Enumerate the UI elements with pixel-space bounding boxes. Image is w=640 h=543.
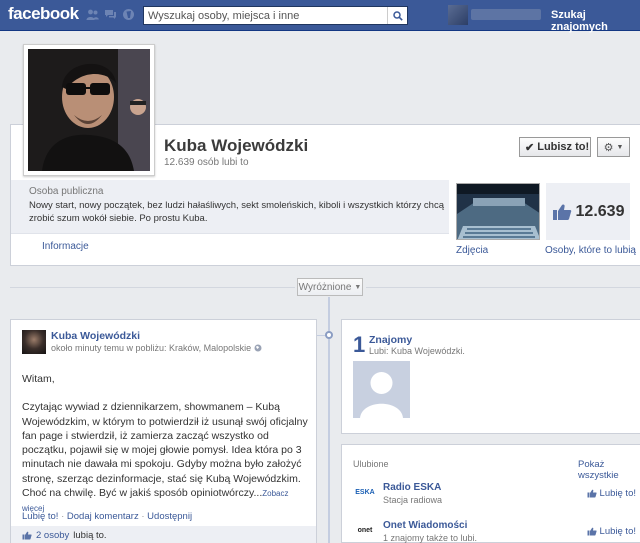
friend-requests-icon[interactable] [86,8,99,21]
gear-icon: ⚙ [603,141,614,154]
post-likes-bar: 2 osoby lubią to. [11,526,316,543]
onet-logo[interactable]: onet [353,523,377,538]
page-category: Osoba publiczna [29,186,104,197]
favorite-like-label: Lubię to! [599,488,636,499]
user-avatar[interactable] [448,5,468,25]
divider-right [366,287,640,288]
globe-icon [254,344,262,352]
top-bar: facebook Szukaj znajomych [0,0,640,33]
like-post-link[interactable]: Lubię to! [22,511,58,522]
share-link[interactable]: Udostępnij [147,511,192,522]
favorite-item: ESKA Radio ESKA Stacja radiowa Lubię to! [353,482,640,506]
notifications-icon[interactable] [122,8,135,21]
post-likes-link[interactable]: 2 osoby [36,530,69,541]
favorite-like-button[interactable]: Lubię to! [587,488,636,499]
post-author-avatar[interactable] [22,330,46,354]
facebook-logo[interactable]: facebook [8,4,79,24]
friends-card: 1 Znajomy Lubi: Kuba Wojewódzki. [341,319,640,434]
about-section: Osoba publiczna Nowy start, nowy począte… [11,180,449,234]
chevron-down-icon: ▼ [616,143,624,151]
friends-title[interactable]: Znajomy [369,334,412,346]
post-greeting: Witam, [22,373,55,385]
messages-icon[interactable] [104,8,117,21]
checkmark-icon: ✔ [525,141,535,154]
info-link[interactable]: Informacje [42,241,89,252]
thumbs-up-icon [22,531,32,539]
like-page-button[interactable]: ✔ Lubisz to! [519,137,591,157]
favorite-name[interactable]: Radio ESKA [383,482,441,493]
post-meta: około minuty temu w pobliżu: Kraków, Mal… [51,343,262,353]
chevron-down-icon: ▼ [354,283,362,291]
post-text: Witam, Czytając wywiad z dziennikarzem, … [22,372,310,517]
people-who-like-link[interactable]: Osoby, które to lubią [545,245,636,256]
search-box [143,6,408,25]
person-silhouette-icon [353,361,410,418]
divider-left [10,287,295,288]
page-title: Kuba Wojewódzki [164,136,309,155]
eska-logo[interactable]: ESKA [353,485,377,500]
user-name-redacted[interactable] [471,9,541,20]
highlights-filter-button[interactable]: Wyróżnione ▼ [297,278,363,296]
thumbs-up-icon [587,527,597,536]
favorite-name[interactable]: Onet Wiadomości [383,520,467,531]
see-all-link[interactable]: Pokaż wszystkie [578,459,640,481]
likes-count-large: 12.639 [575,202,625,220]
search-icon [392,10,403,21]
search-button[interactable] [387,7,407,24]
filter-label: Wyróżnione [298,281,352,293]
comment-link[interactable]: Dodaj komentarz [67,511,139,522]
friends-count: 1 [353,332,366,357]
profile-photo [28,49,150,171]
thumbs-up-icon [587,489,597,498]
favorite-item: onet Onet Wiadomości 1 znajomy także to … [353,520,640,543]
post-timestamp-location[interactable]: około minuty temu w pobliżu: Kraków, Mal… [51,343,251,353]
timeline-dot [325,331,333,339]
profile-picture[interactable] [23,44,155,176]
favorite-like-button[interactable]: Lubię to! [587,526,636,537]
photos-link[interactable]: Zdjęcia [456,245,488,256]
post-body: Czytając wywiad z dziennikarzem, showman… [22,401,308,500]
friend-avatar-placeholder[interactable] [353,361,410,418]
likes-counter-box[interactable]: 12.639 [546,183,630,240]
likes-count-small: 12.639 osób lubi to [164,157,249,168]
photos-thumbnail[interactable] [456,183,540,240]
post-actions: Lubię to! · Dodaj komentarz · Udostępnij [22,511,193,522]
page-description: Nowy start, nowy początek, bez ludzi hał… [29,200,444,224]
settings-dropdown-button[interactable]: ⚙ ▼ [597,137,630,157]
post-author[interactable]: Kuba Wojewódzki [51,330,140,342]
favorites-card: Ulubione Pokaż wszystkie ESKA Radio ESKA… [341,444,640,543]
favorite-like-label: Lubię to! [599,526,636,537]
search-input[interactable] [144,7,384,24]
like-button-label: Lubisz to! [537,141,590,153]
timeline-post: Kuba Wojewódzki około minuty temu w pobl… [10,319,317,543]
favorite-desc: 1 znajomy także to lubi. [383,533,478,543]
favorite-desc: Stacja radiowa [383,495,443,505]
find-friends-link[interactable]: Szukaj znajomych [551,9,640,33]
thumbs-up-icon [552,204,571,220]
friends-subtitle: Lubi: Kuba Wojewódzki. [369,346,465,356]
post-likes-suffix: lubią to. [73,529,107,541]
favorites-header: Ulubione [353,459,389,469]
